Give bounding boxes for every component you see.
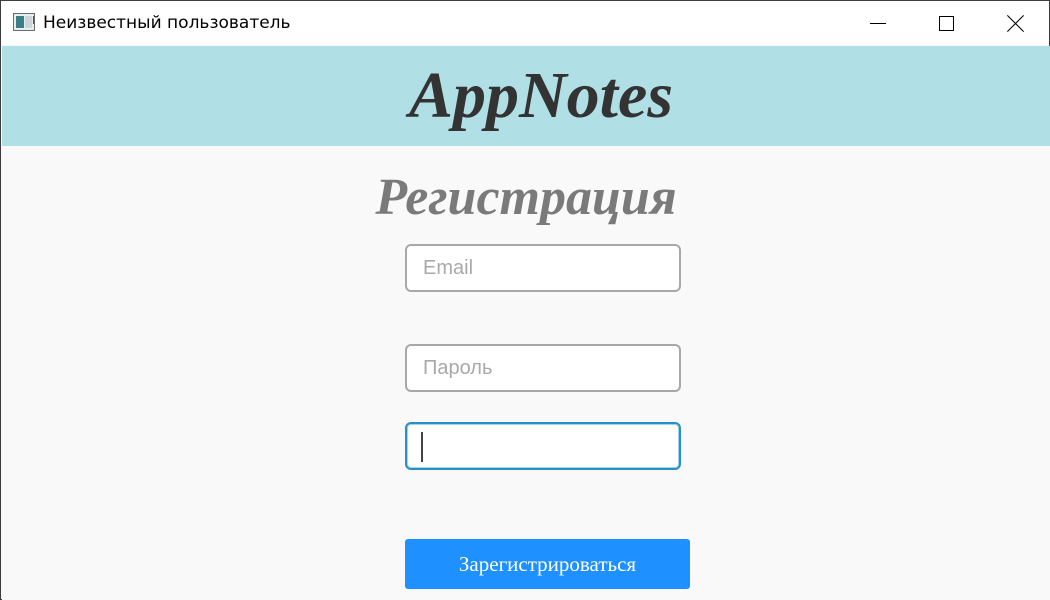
maximize-icon <box>938 15 954 31</box>
app-window: Неизвестный пользователь AppNotes Регист… <box>0 0 1050 600</box>
email-field[interactable] <box>405 244 681 292</box>
confirm-password-field[interactable] <box>405 422 681 470</box>
app-brand-title: AppNotes <box>409 59 673 132</box>
title-bar[interactable]: Неизвестный пользователь <box>1 1 1049 45</box>
text-caret <box>421 432 423 462</box>
close-icon <box>1007 14 1025 32</box>
maximize-button[interactable] <box>911 1 981 45</box>
password-field[interactable] <box>405 344 681 392</box>
page-title: Регистрация <box>375 169 677 226</box>
window-title: Неизвестный пользователь <box>43 13 291 33</box>
register-button[interactable]: Зарегистрироваться <box>405 539 690 589</box>
app-window-icon <box>13 13 35 31</box>
close-button[interactable] <box>981 1 1050 45</box>
app-header: AppNotes <box>2 46 1050 146</box>
registration-panel: Регистрация Зарегистрироваться <box>2 146 1050 600</box>
minimize-button[interactable] <box>843 1 913 45</box>
minimize-icon <box>870 22 886 24</box>
